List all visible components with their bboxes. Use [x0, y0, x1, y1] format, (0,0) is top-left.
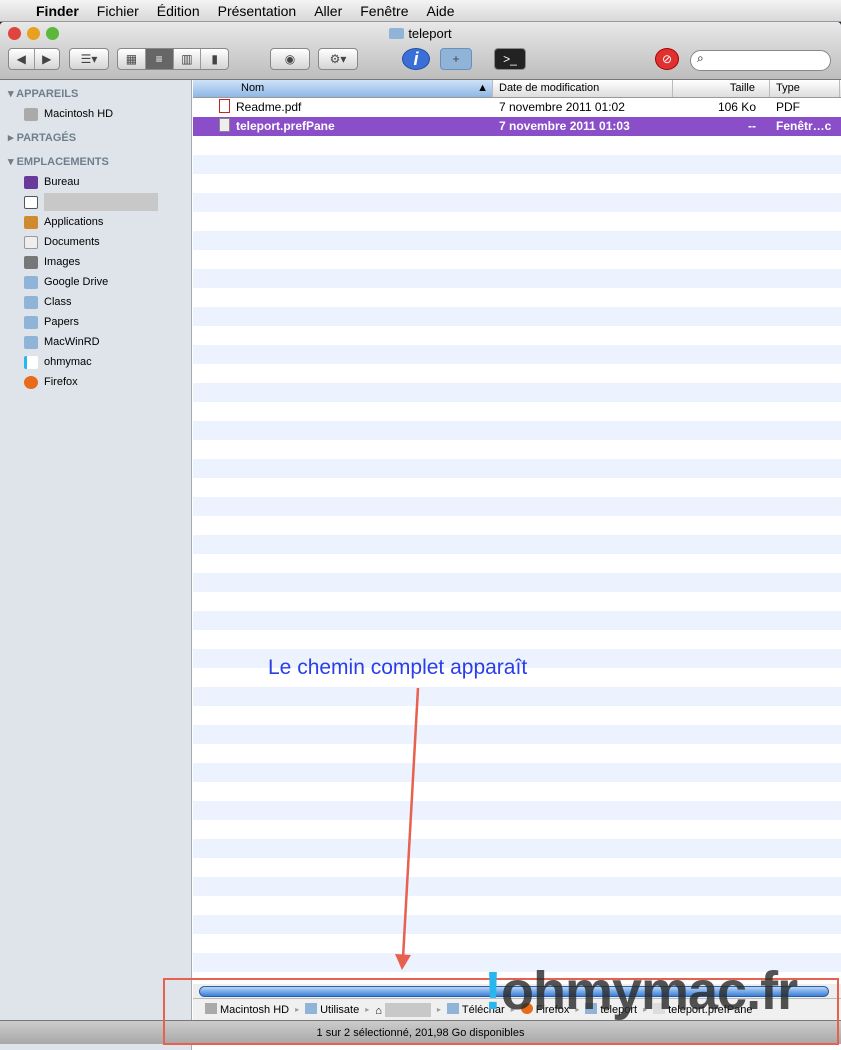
annotation-arrow [395, 687, 420, 970]
watermark-logo: !ohmymac.fr [484, 961, 798, 1021]
